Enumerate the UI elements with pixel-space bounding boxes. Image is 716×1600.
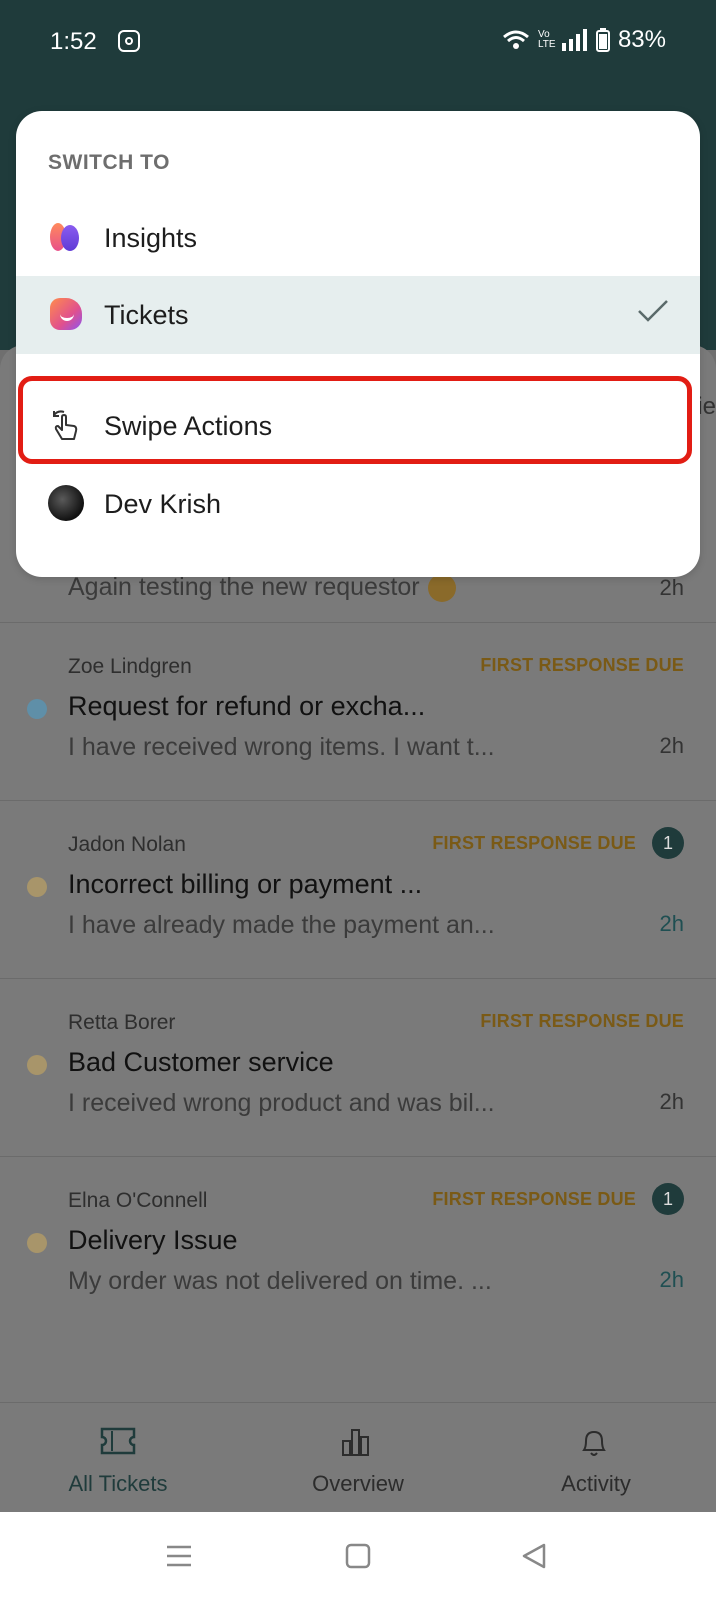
menu-heading: SWITCH TO xyxy=(48,151,170,174)
menu-item-insights[interactable]: Insights xyxy=(16,199,700,277)
ticket-snippet: I have already made the payment an... xyxy=(68,911,495,939)
priority-dot xyxy=(27,1055,47,1075)
ticket-row[interactable]: Elna O'Connell FIRST RESPONSE DUE 1 Deli… xyxy=(0,1156,716,1335)
ticket-age: 2h xyxy=(659,575,684,600)
menu-item-label: Insights xyxy=(104,223,198,253)
ticket-subject: Delivery Issue xyxy=(68,1225,238,1255)
menu-item-tickets[interactable]: Tickets xyxy=(16,276,700,354)
nav-label: Activity xyxy=(561,1471,631,1496)
ticket-subject: Bad Customer service xyxy=(68,1047,334,1077)
ticket-age: 2h xyxy=(659,911,684,936)
ticket-age: 2h xyxy=(659,733,684,758)
recent-apps-button[interactable] xyxy=(165,1542,193,1570)
home-button[interactable] xyxy=(344,1542,372,1570)
emoji-icon xyxy=(427,574,456,603)
ticket-snippet: I received wrong product and was bil... xyxy=(68,1089,495,1117)
nav-activity[interactable]: Activity xyxy=(496,1403,696,1513)
back-button[interactable] xyxy=(520,1542,548,1570)
tickets-app-icon xyxy=(48,296,84,332)
wifi-icon xyxy=(502,30,529,49)
system-nav-bar xyxy=(0,1512,716,1600)
signal-icon xyxy=(561,29,587,51)
priority-dot xyxy=(27,1233,47,1253)
highlight-box xyxy=(18,376,692,464)
ticket-snippet: My order was not delivered on time. ... xyxy=(68,1267,492,1295)
unread-count-badge: 1 xyxy=(652,827,684,859)
check-icon xyxy=(638,300,668,322)
bar-chart-icon xyxy=(342,1429,369,1456)
ticket-requester: Jadon Nolan xyxy=(68,833,186,856)
ticket-snippet: Again testing the new requestor xyxy=(68,573,456,603)
ticket-snippet: I have received wrong items. I want t... xyxy=(68,733,495,761)
ticket-requester: Retta Borer xyxy=(68,1011,176,1034)
ticket-subject: Request for refund or excha... xyxy=(68,691,426,721)
status-badge: FIRST RESPONSE DUE xyxy=(432,833,636,853)
switch-to-menu: SWITCH TO Insights Tickets Swipe Actions… xyxy=(16,111,700,577)
unread-count-badge: 1 xyxy=(652,1183,684,1215)
volte-label: Vo LTE xyxy=(537,29,556,50)
battery-percent: 83% xyxy=(617,26,666,53)
status-badge: FIRST RESPONSE DUE xyxy=(480,655,684,675)
user-avatar xyxy=(48,485,84,521)
ticket-requester: Elna O'Connell xyxy=(68,1189,208,1212)
instagram-notification-icon xyxy=(118,30,140,52)
priority-dot xyxy=(27,877,47,897)
status-badge: FIRST RESPONSE DUE xyxy=(480,1011,684,1031)
ticket-row[interactable]: Zoe Lindgren FIRST RESPONSE DUE Request … xyxy=(0,622,716,801)
menu-item-dev-krish[interactable]: Dev Krish xyxy=(16,465,700,543)
ticket-row[interactable]: Retta Borer FIRST RESPONSE DUE Bad Custo… xyxy=(0,978,716,1157)
ticket-subject: Incorrect billing or payment ... xyxy=(68,869,423,899)
menu-item-label: Tickets xyxy=(104,300,189,330)
ticket-requester: Zoe Lindgren xyxy=(68,655,192,678)
nav-label: Overview xyxy=(312,1471,404,1496)
status-bar: 1:52 Vo LTE 83% xyxy=(0,0,716,110)
ticket-row[interactable]: Jadon Nolan FIRST RESPONSE DUE 1 Incorre… xyxy=(0,800,716,979)
system-icons: Vo LTE 83% xyxy=(502,26,666,54)
battery-icon xyxy=(595,28,610,52)
nav-label: All Tickets xyxy=(68,1471,168,1496)
menu-item-label: Dev Krish xyxy=(104,489,222,519)
clipped-column-text: ie xyxy=(697,393,716,420)
ticket-age: 2h xyxy=(659,1089,684,1114)
nav-all-tickets[interactable]: All Tickets xyxy=(18,1403,218,1513)
ticket-icon xyxy=(100,1427,136,1455)
nav-overview[interactable]: Overview xyxy=(258,1403,458,1513)
insights-app-icon xyxy=(48,219,84,255)
bottom-nav: All Tickets Overview Activity xyxy=(0,1402,716,1513)
status-time: 1:52 xyxy=(50,28,97,55)
priority-dot xyxy=(27,699,47,719)
ticket-age: 2h xyxy=(659,1267,684,1292)
bell-icon xyxy=(582,1430,606,1456)
status-badge: FIRST RESPONSE DUE xyxy=(432,1189,636,1209)
